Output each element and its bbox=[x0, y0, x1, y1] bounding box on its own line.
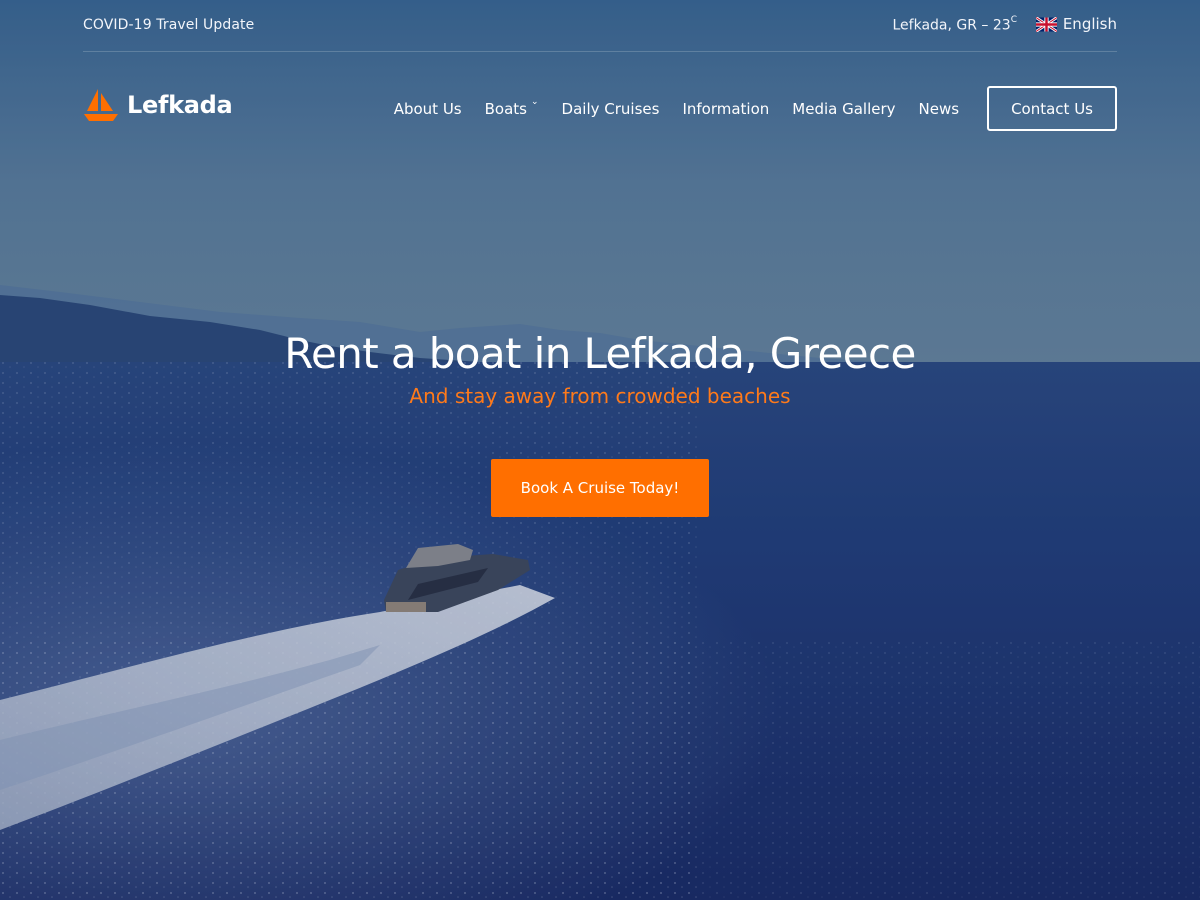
hero-subtitle: And stay away from crowded beaches bbox=[409, 384, 791, 408]
primary-nav: About Us Boats ⌄ Daily Cruises Informatio… bbox=[371, 86, 1117, 131]
nav-news-label: News bbox=[918, 99, 960, 118]
top-bar: COVID-19 Travel Update Lefkada, GR – 23C… bbox=[83, 0, 1117, 52]
language-selector[interactable]: English bbox=[1035, 15, 1117, 33]
nav-about-us[interactable]: About Us bbox=[394, 100, 462, 118]
weather-location: Lefkada, GR bbox=[892, 17, 977, 34]
hero-title: Rent a boat in Lefkada, Greece bbox=[284, 329, 916, 378]
weather-unit: C bbox=[1010, 15, 1017, 25]
weather-temperature: 23 bbox=[992, 17, 1011, 34]
nav-boats-label: Boats bbox=[484, 99, 527, 118]
covid-travel-update-link[interactable]: COVID-19 Travel Update bbox=[83, 17, 254, 33]
nav-media-gallery-label: Media Gallery bbox=[792, 99, 896, 118]
book-cruise-button[interactable]: Book A Cruise Today! bbox=[490, 459, 710, 517]
nav-news[interactable]: News bbox=[919, 100, 960, 118]
nav-media-gallery[interactable]: Media Gallery bbox=[792, 100, 895, 118]
nav-about-us-label: About Us bbox=[393, 99, 462, 118]
weather-readout: Lefkada, GR – 23C bbox=[892, 15, 1017, 34]
chevron-down-icon[interactable]: ⌄ bbox=[531, 97, 539, 107]
contact-us-button[interactable]: Contact Us bbox=[987, 86, 1117, 131]
nav-information[interactable]: Information bbox=[682, 100, 769, 118]
weather-separator: – bbox=[981, 17, 989, 34]
main-navbar: Lefkada About Us Boats ⌄ Daily Cruises In… bbox=[83, 86, 1117, 132]
sailboat-icon bbox=[84, 89, 118, 121]
logo-text: Lefkada bbox=[127, 91, 233, 119]
language-label: English bbox=[1062, 15, 1117, 33]
nav-boats[interactable]: Boats ⌄ bbox=[484, 97, 539, 118]
site-logo[interactable]: Lefkada bbox=[83, 87, 233, 123]
uk-flag-icon bbox=[1035, 16, 1057, 32]
hero-section: Rent a boat in Lefkada, Greece And stay … bbox=[0, 326, 1200, 517]
nav-information-label: Information bbox=[682, 99, 770, 118]
nav-daily-cruises[interactable]: Daily Cruises bbox=[562, 100, 660, 118]
nav-daily-cruises-label: Daily Cruises bbox=[561, 99, 660, 118]
